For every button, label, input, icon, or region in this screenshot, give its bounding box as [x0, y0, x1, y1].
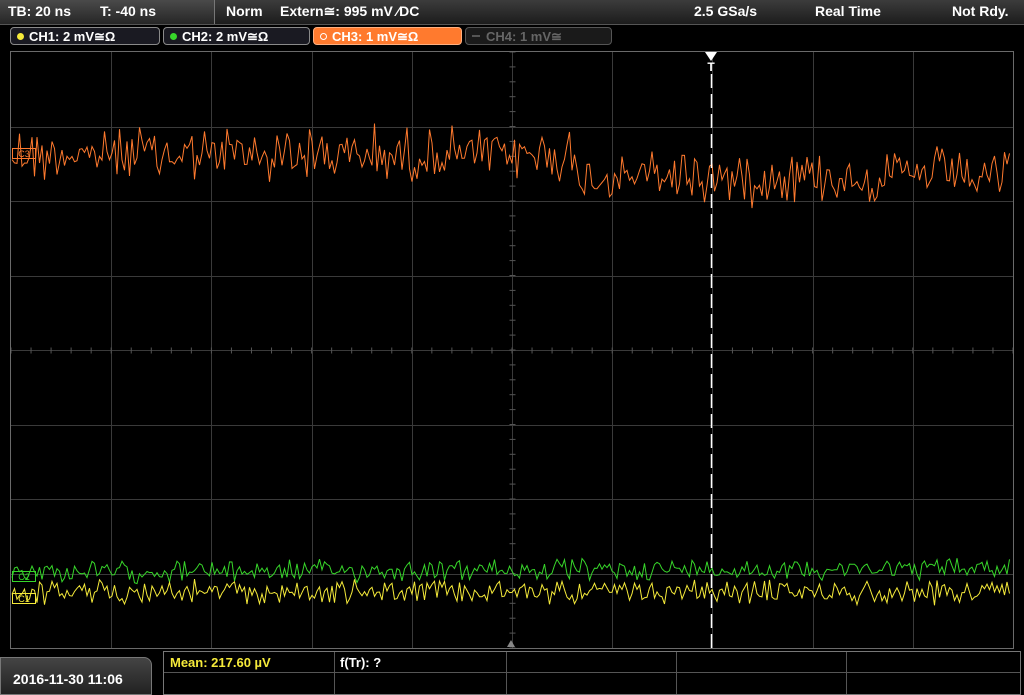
acquisition-status: Not Rdy. — [952, 3, 1009, 19]
tab-ch1[interactable]: CH1: 2 mV≅Ω — [10, 27, 160, 45]
trigger-time-value: T: -40 ns — [100, 3, 157, 19]
acquisition-mode: Real Time — [815, 3, 881, 19]
channel-tabs: CH1: 2 mV≅Ω CH2: 2 mV≅Ω CH3: 1 mV≅Ω CH4:… — [0, 25, 1024, 49]
bottom-bar: 2016-11-30 11:06 Mean: 217.60 µV f(Tr): … — [0, 651, 1024, 695]
ch2-offset-marker[interactable]: C2 — [12, 571, 36, 582]
measurement-panel[interactable]: Mean: 217.60 µV f(Tr): ? — [163, 651, 1021, 695]
waveform-display[interactable]: T C3 C2 C1 — [10, 51, 1014, 649]
meas-divider — [164, 672, 1020, 673]
ch2-label: CH2: 2 mV≅Ω — [182, 29, 269, 44]
measurement-frequency: f(Tr): ? — [340, 655, 382, 670]
ch3-trace — [11, 123, 1010, 209]
tab-ch3[interactable]: CH3: 1 mV≅Ω — [313, 27, 462, 45]
measurement-mean: Mean: 217.60 µV — [170, 655, 271, 670]
waveform-canvas — [11, 52, 1013, 648]
tab-ch2[interactable]: CH2: 2 mV≅Ω — [163, 27, 310, 45]
meas-divider — [334, 652, 335, 694]
ch1-label: CH1: 2 mV≅Ω — [29, 29, 116, 44]
trigger-source[interactable]: Extern≅: 995 mV ⁄DC — [280, 3, 419, 20]
datetime-box: 2016-11-30 11:06 — [0, 657, 152, 695]
ch1-indicator-icon — [17, 33, 24, 40]
ch2-trace — [11, 557, 1010, 585]
meas-divider — [846, 652, 847, 694]
ch3-indicator-icon — [320, 33, 327, 40]
center-marker-icon — [507, 640, 515, 647]
ch4-off-icon — [472, 35, 480, 37]
ch1-offset-marker[interactable]: C1 — [12, 593, 36, 604]
trigger-label: T — [707, 60, 715, 74]
trigger-mode[interactable]: Norm — [226, 3, 263, 19]
meas-divider — [506, 652, 507, 694]
ch1-trace — [11, 578, 1010, 607]
datetime: 2016-11-30 11:06 — [13, 671, 123, 687]
timebase-box[interactable]: TB: 20 ns T: -40 ns — [0, 0, 215, 24]
sample-rate: 2.5 GSa/s — [694, 3, 758, 19]
ch4-label: CH4: 1 mV≅ — [486, 29, 562, 44]
ch3-offset-marker[interactable]: C3 — [12, 148, 36, 159]
trigger-marker[interactable]: T — [703, 52, 719, 73]
status-bar: TB: 20 ns T: -40 ns Norm Extern≅: 995 mV… — [0, 0, 1024, 25]
timebase-value: TB: 20 ns — [8, 3, 72, 19]
ch3-label: CH3: 1 mV≅Ω — [332, 29, 419, 44]
tab-ch4[interactable]: CH4: 1 mV≅ — [465, 27, 612, 45]
meas-divider — [676, 652, 677, 694]
graticule — [11, 52, 1013, 648]
ch2-indicator-icon — [170, 33, 177, 40]
